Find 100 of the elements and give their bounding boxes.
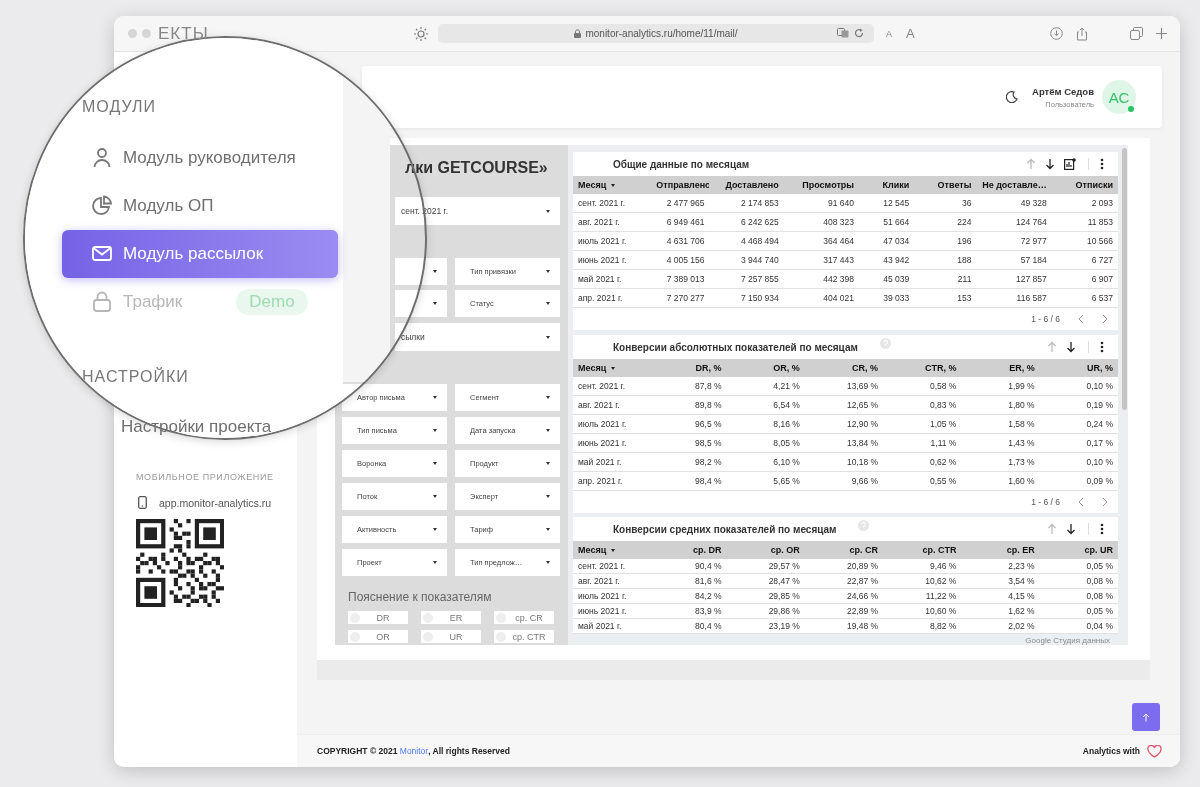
column-header[interactable]: ср. UR — [1039, 541, 1118, 559]
column-header[interactable]: Месяц — [573, 176, 652, 194]
table-cell: май 2021 г. — [573, 618, 649, 634]
table-cell: 9,46 % — [883, 559, 962, 574]
scrollbar[interactable] — [1122, 148, 1127, 410]
table-cell: 12 545 — [859, 194, 915, 213]
table-cell: 317 443 — [783, 250, 859, 270]
table-cell: 4 631 706 — [651, 231, 710, 251]
table-cell: 7 150 934 — [709, 288, 784, 308]
table-title: Конверсии средних показателей по месяцам — [613, 523, 837, 535]
dropdown[interactable] — [395, 258, 447, 285]
column-header[interactable]: Не доставле… — [976, 176, 1052, 194]
table-cell: 1,43 % — [961, 433, 1040, 453]
table-cell: 1,60 % — [961, 471, 1040, 491]
column-header[interactable]: Доставлено — [709, 176, 784, 194]
section-heading: МОБИЛЬНОЕ ПРИЛОЖЕНИЕ — [136, 472, 275, 482]
table-cell: 11 853 — [1051, 212, 1118, 232]
app-link[interactable]: app.monitor-analytics.ru — [159, 496, 272, 509]
caret-icon — [433, 270, 437, 273]
menu-item[interactable]: Модуль ОП — [62, 182, 338, 230]
caret-icon — [546, 429, 550, 432]
table-cell: 2,02 % — [961, 618, 1040, 634]
moon-icon[interactable] — [1006, 91, 1019, 103]
table-cell: 98,5 % — [648, 433, 727, 453]
column-header[interactable]: ср. CR — [804, 541, 884, 559]
download-icon[interactable] — [1050, 27, 1063, 40]
arrow-up-icon — [1142, 712, 1150, 722]
column-header[interactable]: Клики — [859, 176, 915, 194]
column-header[interactable]: UR, % — [1039, 359, 1118, 377]
menu-item[interactable]: Модуль рассылок — [62, 230, 338, 278]
translate-icon[interactable] — [837, 28, 849, 38]
dropdown[interactable] — [395, 290, 447, 317]
scroll-top-button[interactable] — [1132, 703, 1160, 731]
metric-help-chip[interactable]: UR — [421, 630, 481, 643]
chevron-right-icon[interactable] — [1102, 314, 1108, 324]
column-header[interactable]: ср. ER — [961, 541, 1040, 559]
chevron-left-icon[interactable] — [1078, 497, 1084, 507]
metric-help-chip[interactable]: OR — [348, 630, 408, 643]
column-header[interactable]: Отправлено — [651, 176, 710, 194]
sort-down-icon[interactable] — [1045, 158, 1055, 170]
column-header[interactable]: Месяц — [573, 359, 649, 377]
column-header[interactable]: CR, % — [804, 359, 884, 377]
column-header[interactable]: ср. DR — [648, 541, 727, 559]
share-icon[interactable] — [1076, 26, 1088, 41]
heart-icon — [1147, 744, 1162, 758]
table-cell: 24,66 % — [804, 588, 884, 604]
table-cell: 22,89 % — [804, 603, 884, 619]
text-size-button[interactable]: A — [886, 28, 892, 39]
menu-item[interactable]: Модуль руководителя — [62, 134, 338, 182]
address-bar[interactable]: monitor-analytics.ru/home/11/mail/ — [438, 24, 874, 43]
table-cell: сент. 2021 г. — [573, 559, 649, 574]
chart-icon[interactable] — [1064, 158, 1076, 170]
caret-icon — [433, 302, 437, 305]
plus-icon[interactable] — [1156, 28, 1167, 39]
table-cell: 81,6 % — [648, 573, 727, 589]
more-icon[interactable] — [1100, 523, 1104, 535]
table-cell: 6 907 — [1051, 269, 1118, 289]
metric-help-chip[interactable]: DR — [348, 611, 408, 624]
column-header[interactable]: Месяц — [573, 541, 649, 559]
table-cell: 51 664 — [859, 212, 915, 232]
sun-icon[interactable] — [414, 26, 428, 41]
metric-help-chip[interactable]: ER — [421, 611, 481, 624]
table-cell: 8,16 % — [726, 414, 805, 434]
column-header[interactable]: ER, % — [961, 359, 1040, 377]
column-header[interactable]: Просмотры — [783, 176, 859, 194]
column-header[interactable]: ср. OR — [726, 541, 805, 559]
metric-help-chip[interactable]: ср. CTR — [494, 630, 554, 643]
table-cell: 89,8 % — [648, 395, 727, 415]
table-cell: 0,17 % — [1039, 433, 1118, 453]
table-cell: 47 034 — [859, 231, 915, 251]
column-header[interactable]: ср. CTR — [883, 541, 962, 559]
caret-icon — [433, 495, 437, 498]
pie-chart-icon — [92, 195, 112, 217]
column-header[interactable]: Ответы — [914, 176, 977, 194]
sort-down-icon[interactable] — [1066, 523, 1076, 535]
more-icon[interactable] — [1100, 341, 1104, 353]
table-cell: июль 2021 г. — [573, 231, 652, 251]
column-header[interactable]: Отписки — [1051, 176, 1118, 194]
tabs-icon[interactable] — [1130, 27, 1143, 40]
metric-help-chip[interactable]: ср. CR — [494, 611, 554, 624]
phone-icon — [138, 496, 147, 509]
avatar-initials: АС — [1108, 88, 1130, 106]
legend-title: Пояснение к показателям — [348, 590, 493, 604]
column-header[interactable]: CTR, % — [883, 359, 962, 377]
table-cell: 4 468 494 — [709, 231, 784, 251]
more-icon[interactable] — [1100, 158, 1104, 170]
column-header[interactable]: DR, % — [648, 359, 727, 377]
sort-down-icon[interactable] — [1066, 341, 1076, 353]
sort-caret-icon — [611, 366, 616, 370]
reload-icon[interactable] — [854, 28, 864, 38]
table-cell: 1,58 % — [961, 414, 1040, 434]
chevron-right-icon[interactable] — [1102, 497, 1108, 507]
table-cell: 0,55 % — [883, 471, 962, 491]
table-cell: 10,60 % — [883, 603, 962, 619]
table-cell: 10 566 — [1051, 231, 1118, 251]
dropdown[interactable]: сылки — [395, 323, 560, 351]
column-header[interactable]: OR, % — [726, 359, 805, 377]
chevron-left-icon[interactable] — [1078, 314, 1084, 324]
table-cell: 0,10 % — [1039, 452, 1118, 472]
table-cell: 2 477 965 — [651, 194, 710, 213]
